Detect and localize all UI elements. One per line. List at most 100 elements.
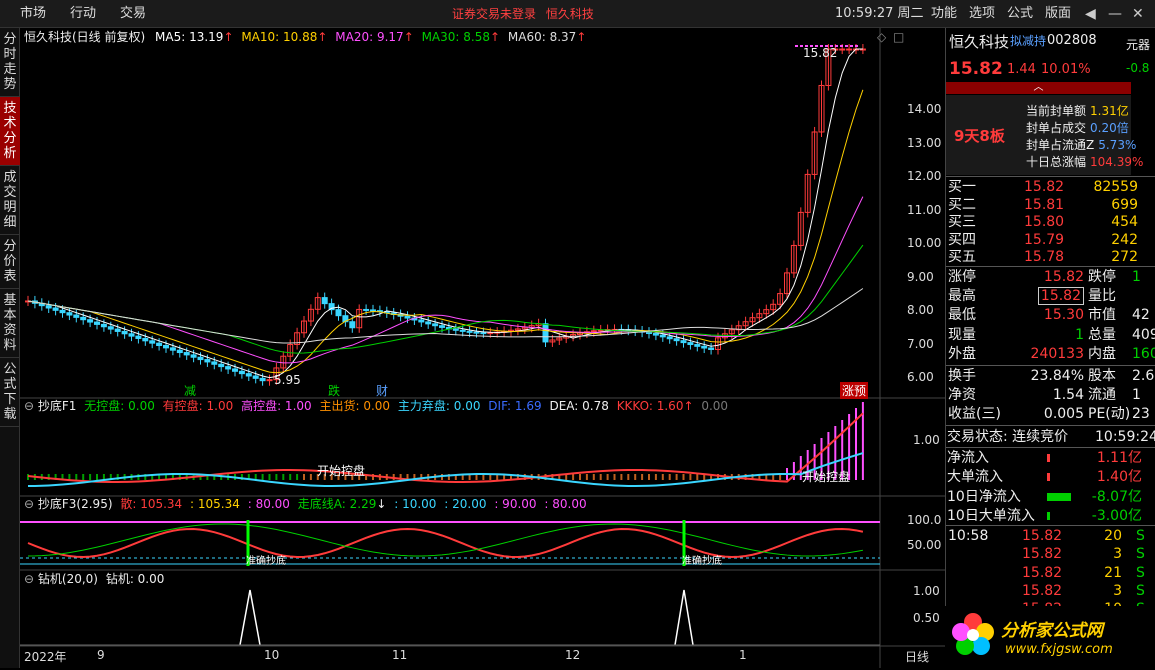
ma5-label: MA5: 13.19 bbox=[155, 30, 224, 44]
menu-action[interactable]: 行动 bbox=[58, 0, 108, 28]
right-menu: 功能 选项 公式 版面 bbox=[925, 0, 1077, 28]
buy-price: 15.78 bbox=[1024, 249, 1065, 265]
flow-bar bbox=[1047, 492, 1071, 501]
candle bbox=[673, 338, 680, 342]
divider bbox=[946, 425, 1155, 426]
info-label-2: 跌停 bbox=[1088, 269, 1116, 285]
tab-formula-download[interactable]: 公式下载 bbox=[0, 358, 20, 427]
ind2-item-6: : 90.00 bbox=[494, 497, 537, 511]
candle bbox=[163, 345, 169, 349]
menu-trade[interactable]: 交易 bbox=[108, 0, 158, 28]
window-icon[interactable]: □ bbox=[893, 30, 904, 44]
status-time: 10:59:24 bbox=[1095, 429, 1155, 445]
tab-timeshare[interactable]: 分时走势 bbox=[0, 28, 20, 97]
ind2-annot-1: 准确抄底 bbox=[246, 556, 286, 567]
tag-forecast: 涨预 bbox=[840, 382, 869, 399]
ind2-legend: ⊖ 抄底F3(2.95) 散: 105.34 : 105.34 : 80.00 … bbox=[24, 497, 587, 511]
candle bbox=[418, 319, 425, 323]
buy-level: 买四 bbox=[948, 231, 976, 248]
candle bbox=[363, 308, 370, 311]
tag-fall: 跌 bbox=[328, 384, 341, 398]
ind1-item-7: KKKO: 1.60 bbox=[616, 399, 684, 413]
buy-row[interactable]: 买五 15.78 272 bbox=[946, 248, 1155, 266]
period-label[interactable]: 日线 bbox=[905, 648, 929, 665]
info2-value-2: 1 bbox=[1132, 387, 1141, 403]
buy-row[interactable]: 买四 15.79 242 bbox=[946, 231, 1155, 249]
ma20-label: MA20: 9.17 bbox=[335, 30, 404, 44]
info-label: 最高 bbox=[948, 288, 976, 305]
flow-label: 大单流入 bbox=[947, 469, 1003, 486]
ind3-toggle-icon[interactable]: ⊖ bbox=[24, 572, 34, 586]
info2-row: 净资 1.54 流通 1 bbox=[946, 386, 1155, 404]
expand-chevron-icon[interactable]: ︿ bbox=[946, 82, 1131, 94]
last-price: 15.82 bbox=[949, 59, 1003, 79]
tick-price: 15.82 bbox=[1022, 546, 1063, 563]
info-value: 15.82 bbox=[1037, 287, 1084, 306]
ind2-item-3: 走底线A: 2.29 bbox=[297, 497, 377, 511]
ind3-spike bbox=[239, 589, 261, 646]
candle bbox=[142, 337, 149, 342]
ind1-toggle-icon[interactable]: ⊖ bbox=[24, 399, 34, 413]
tick-side: S bbox=[1136, 528, 1145, 544]
menu-formula[interactable]: 公式 bbox=[1001, 0, 1039, 28]
tab-basic-info[interactable]: 基本资料 bbox=[0, 289, 20, 358]
buy-row[interactable]: 买三 15.80 454 bbox=[946, 213, 1155, 231]
info-value: 15.82 bbox=[1043, 269, 1084, 285]
info2-value: 23.84% bbox=[1030, 368, 1084, 384]
board-count: 9天8板 bbox=[954, 127, 1005, 145]
collapse-icon[interactable]: ◇ bbox=[877, 30, 886, 44]
buy-row[interactable]: 买二 15.81 699 bbox=[946, 196, 1155, 214]
top-dot bbox=[795, 45, 798, 47]
candle bbox=[542, 323, 549, 343]
info-label: 涨停 bbox=[948, 269, 976, 285]
candle bbox=[245, 373, 252, 377]
tick-volume: 20 bbox=[1104, 528, 1122, 544]
ind1-legend: ⊖ 抄底F1 无控盘: 0.00 有控盘: 1.00 高控盘: 1.00 主出货… bbox=[24, 399, 729, 413]
buy-volume: 454 bbox=[1111, 214, 1138, 230]
price-tick: 12.00 bbox=[907, 169, 942, 183]
candle bbox=[149, 340, 156, 344]
candle bbox=[121, 330, 128, 335]
menu-layout[interactable]: 版面 bbox=[1039, 0, 1077, 28]
back-arrow-icon[interactable]: ◀ bbox=[1085, 0, 1096, 28]
clock: 10:59:27 周二 bbox=[835, 6, 924, 21]
info2-label: 净资 bbox=[948, 387, 976, 403]
tab-deal-detail[interactable]: 成交明细 bbox=[0, 166, 20, 235]
close-icon[interactable]: ✕ bbox=[1132, 0, 1144, 28]
login-notice[interactable]: 证券交易未登录 恒久科技 bbox=[452, 0, 594, 28]
ind1-item-0: 无控盘: 0.00 bbox=[84, 399, 155, 413]
ind2-annot-2: 准确抄底 bbox=[682, 556, 722, 567]
notice-stock: 恒久科技 bbox=[545, 7, 594, 21]
tick-side: S bbox=[1136, 564, 1145, 581]
ind2-item-1: : 105.34 bbox=[190, 497, 240, 511]
tag-reduce: 减 bbox=[184, 384, 197, 398]
buy-row[interactable]: 买一 15.82 82559 bbox=[946, 178, 1155, 196]
ind2-item-0: 散: 105.34 bbox=[120, 497, 183, 511]
top-dot bbox=[855, 45, 858, 47]
menu-market[interactable]: 市场 bbox=[8, 0, 58, 28]
stat-value: 104.39% bbox=[1090, 155, 1144, 169]
ind2-item-7: : 80.00 bbox=[544, 497, 587, 511]
info-label-2: 内盘 bbox=[1088, 345, 1116, 362]
candle bbox=[176, 349, 183, 354]
price-tick: 6.00 bbox=[907, 370, 934, 384]
menu-option[interactable]: 选项 bbox=[963, 0, 1001, 28]
tab-price-table[interactable]: 分价表 bbox=[0, 235, 20, 289]
tab-technical[interactable]: 技术分析 bbox=[0, 97, 20, 166]
trade-status: 交易状态: 连续竞价 10:59:24 bbox=[946, 428, 1155, 446]
info-value-2: 409 bbox=[1132, 326, 1155, 343]
menu-func[interactable]: 功能 bbox=[925, 0, 963, 28]
candle bbox=[425, 321, 432, 325]
chart-area[interactable]: 恒久科技(日线 前复权) MA5: 13.19↑ MA10: 10.88↑ MA… bbox=[20, 28, 945, 668]
minimize-icon[interactable]: — bbox=[1108, 0, 1122, 28]
info2-label-2: 股本 bbox=[1088, 368, 1116, 384]
info-value-2: 160 bbox=[1132, 345, 1155, 362]
login-status: 证券交易未登录 bbox=[452, 7, 537, 21]
quote-panel: 恒久科技 拟减持 002808 元器 15.82 1.44 10.01% -0.… bbox=[945, 28, 1155, 668]
ind2-toggle-icon[interactable]: ⊖ bbox=[24, 497, 34, 511]
price-tick: 9.00 bbox=[907, 269, 934, 284]
stat-value: 1.31亿 bbox=[1090, 104, 1129, 118]
ind3-title: 钻机(20,0) bbox=[37, 572, 98, 586]
main-title: 恒久科技(日线 前复权) bbox=[24, 30, 146, 44]
candle bbox=[190, 354, 197, 358]
